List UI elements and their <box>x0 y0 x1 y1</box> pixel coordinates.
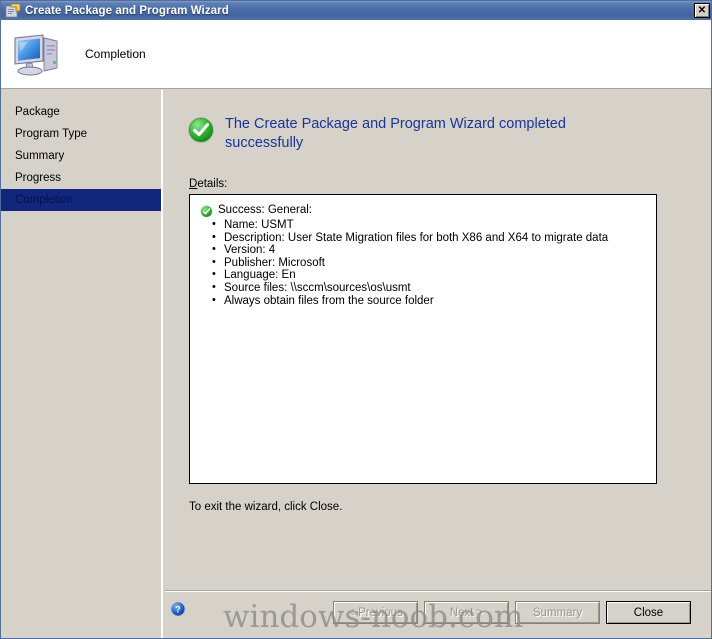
sidebar-item-summary[interactable]: Summary <box>1 145 161 167</box>
details-status-text: Success: General: <box>218 204 312 216</box>
help-circle-icon[interactable]: ? <box>170 601 186 617</box>
sidebar-item-package[interactable]: Package <box>1 101 161 123</box>
sidebar-item-progress[interactable]: Progress <box>1 167 161 189</box>
green-check-circle-icon <box>187 116 215 144</box>
wizard-window: Create Package and Program Wizard ✕ Comp… <box>0 0 712 639</box>
list-item: Description: User State Migration files … <box>200 231 648 245</box>
details-status-row: Success: General: <box>200 204 648 218</box>
list-item: Source files: \\sccm\sources\os\usmt <box>200 281 648 295</box>
sidebar-item-completion[interactable]: Completion <box>1 189 161 211</box>
list-item: Name: USMT <box>200 218 648 232</box>
sidebar-item-program-type[interactable]: Program Type <box>1 123 161 145</box>
close-button[interactable]: Close <box>606 601 691 624</box>
next-button[interactable]: Next > <box>424 601 509 624</box>
window-title: Create Package and Program Wizard <box>25 4 229 17</box>
list-item: Language: En <box>200 268 648 282</box>
summary-button[interactable]: Summary <box>515 601 600 624</box>
details-bullet-list: Name: USMT Description: User State Migra… <box>200 218 648 308</box>
next-button-label: Next > <box>449 606 484 619</box>
list-item: Publisher: Microsoft <box>200 256 648 270</box>
previous-button[interactable]: < Previous <box>333 601 418 624</box>
close-button-label: Close <box>633 606 664 619</box>
completion-heading: The Create Package and Program Wizard co… <box>225 116 566 151</box>
wizard-footer: ? < Previous Next > Summary Close <box>165 592 711 638</box>
list-item: Version: 4 <box>200 243 648 257</box>
computer-icon <box>11 30 61 78</box>
wizard-content: The Create Package and Program Wizard co… <box>165 90 711 638</box>
wizard-package-icon <box>5 3 21 19</box>
page-title: Completion <box>85 47 146 61</box>
title-bar: Create Package and Program Wizard ✕ <box>1 1 711 20</box>
details-label: Details: <box>189 178 228 190</box>
previous-button-label: < Previous <box>348 606 403 619</box>
list-item: Always obtain files from the source fold… <box>200 294 648 308</box>
wizard-step-list: Package Program Type Summary Progress Co… <box>1 90 163 638</box>
wizard-header: Completion <box>1 20 711 89</box>
close-icon[interactable]: ✕ <box>694 3 710 18</box>
details-box[interactable]: Success: General: Name: USMT Description… <box>189 194 657 484</box>
exit-instruction: To exit the wizard, click Close. <box>189 501 343 513</box>
summary-button-label: Summary <box>532 606 583 619</box>
green-check-circle-icon <box>200 205 213 218</box>
completion-heading-row: The Create Package and Program Wizard co… <box>187 115 657 153</box>
svg-text:?: ? <box>175 605 181 615</box>
